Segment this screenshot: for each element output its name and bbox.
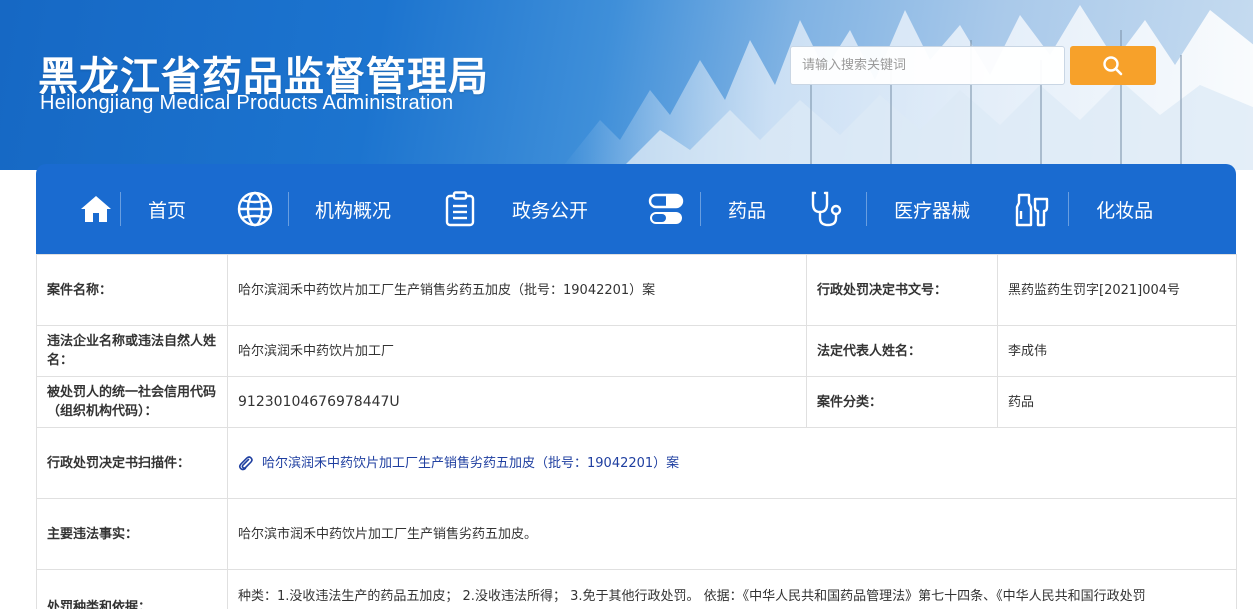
- main-nav: 首页 机构概况 政务公开 药品 医疗器械 化妆品: [36, 164, 1236, 254]
- site-title-english: Heilongjiang Medical Products Administra…: [40, 92, 454, 114]
- stethoscope-icon: [808, 189, 848, 229]
- search-button[interactable]: [1070, 46, 1156, 85]
- nav-item-label: 药品: [728, 199, 767, 222]
- nav-item-drugs[interactable]: 药品: [646, 164, 766, 254]
- case-category-value: 药品: [997, 376, 1237, 428]
- case-details-table: 案件名称： 哈尔滨润禾中药饮片加工厂生产销售劣药五加皮（批号：19042201）…: [36, 254, 1237, 609]
- credit-code-label: 被处罚人的统一社会信用代码（组织机构代码）：: [36, 376, 228, 428]
- globe-icon: [235, 189, 275, 229]
- cosmetics-icon: [1012, 189, 1052, 229]
- snow-forest-background: [560, 5, 1253, 170]
- violator-name-value: 哈尔滨润禾中药饮片加工厂: [227, 325, 807, 377]
- table-row: 违法企业名称或违法自然人姓名： 哈尔滨润禾中药饮片加工厂 法定代表人姓名： 李成…: [36, 325, 1237, 377]
- nav-separator: [700, 192, 702, 226]
- nav-item-about[interactable]: 机构概况: [235, 164, 391, 254]
- decision-scan-link-text: 哈尔滨润禾中药饮片加工厂生产销售劣药五加皮（批号：19042201）案: [262, 455, 680, 471]
- search-input[interactable]: [790, 46, 1065, 85]
- paperclip-icon: [238, 456, 253, 471]
- decision-number-label: 行政处罚决定书文号：: [806, 254, 998, 326]
- penalty-basis-value: 种类：1.没收违法生产的药品五加皮； 2.没收违法所得； 3.免于其他行政处罚。…: [227, 569, 1237, 609]
- nav-item-medical-devices[interactable]: 医疗器械: [808, 164, 970, 254]
- nav-item-label: 化妆品: [1096, 199, 1154, 222]
- table-row: 案件名称： 哈尔滨润禾中药饮片加工厂生产销售劣药五加皮（批号：19042201）…: [36, 254, 1237, 326]
- search-icon: [1103, 55, 1123, 75]
- decision-scan-link[interactable]: 哈尔滨润禾中药饮片加工厂生产销售劣药五加皮（批号：19042201）案: [238, 454, 1226, 473]
- nav-item-label: 首页: [148, 199, 187, 222]
- violator-name-label: 违法企业名称或违法自然人姓名：: [36, 325, 228, 377]
- credit-code-value: 91230104676978447U: [227, 376, 807, 428]
- main-facts-value: 哈尔滨市润禾中药饮片加工厂生产销售劣药五加皮。: [227, 498, 1237, 570]
- table-row: 主要违法事实： 哈尔滨市润禾中药饮片加工厂生产销售劣药五加皮。: [36, 498, 1237, 570]
- decision-scan-label: 行政处罚决定书扫描件：: [36, 427, 228, 499]
- nav-item-label: 机构概况: [315, 199, 392, 222]
- nav-item-home[interactable]: 首页: [76, 164, 186, 254]
- nav-item-label: 医疗器械: [894, 199, 971, 222]
- table-row: 行政处罚决定书扫描件： 哈尔滨润禾中药饮片加工厂生产销售劣药五加皮（批号：190…: [36, 427, 1237, 499]
- legal-representative-value: 李成伟: [997, 325, 1237, 377]
- nav-item-government-affairs[interactable]: 政务公开: [440, 164, 588, 254]
- home-icon: [76, 189, 116, 229]
- table-row: 处罚种类和依据： 种类：1.没收违法生产的药品五加皮； 2.没收违法所得； 3.…: [36, 569, 1237, 609]
- table-row: 被处罚人的统一社会信用代码（组织机构代码）： 91230104676978447…: [36, 376, 1237, 428]
- case-name-label: 案件名称：: [36, 254, 228, 326]
- main-facts-label: 主要违法事实：: [36, 498, 228, 570]
- case-name-value: 哈尔滨润禾中药饮片加工厂生产销售劣药五加皮（批号：19042201）案: [227, 254, 807, 326]
- decision-number-value: 黑药监药生罚字[2021]004号: [997, 254, 1237, 326]
- clipboard-icon: [440, 189, 480, 229]
- nav-separator: [866, 192, 868, 226]
- pill-icon: [646, 189, 686, 229]
- decision-scan-cell: 哈尔滨润禾中药饮片加工厂生产销售劣药五加皮（批号：19042201）案: [227, 427, 1237, 499]
- penalty-basis-label: 处罚种类和依据：: [36, 569, 228, 609]
- nav-item-cosmetics[interactable]: 化妆品: [1012, 164, 1153, 254]
- nav-item-label: 政务公开: [512, 199, 589, 222]
- case-category-label: 案件分类：: [806, 376, 998, 428]
- nav-separator: [288, 192, 290, 226]
- header-banner: 黑龙江省药品监督管理局 Heilongjiang Medical Product…: [0, 0, 1253, 170]
- legal-representative-label: 法定代表人姓名：: [806, 325, 998, 377]
- nav-separator: [1068, 192, 1070, 226]
- nav-separator: [120, 192, 121, 226]
